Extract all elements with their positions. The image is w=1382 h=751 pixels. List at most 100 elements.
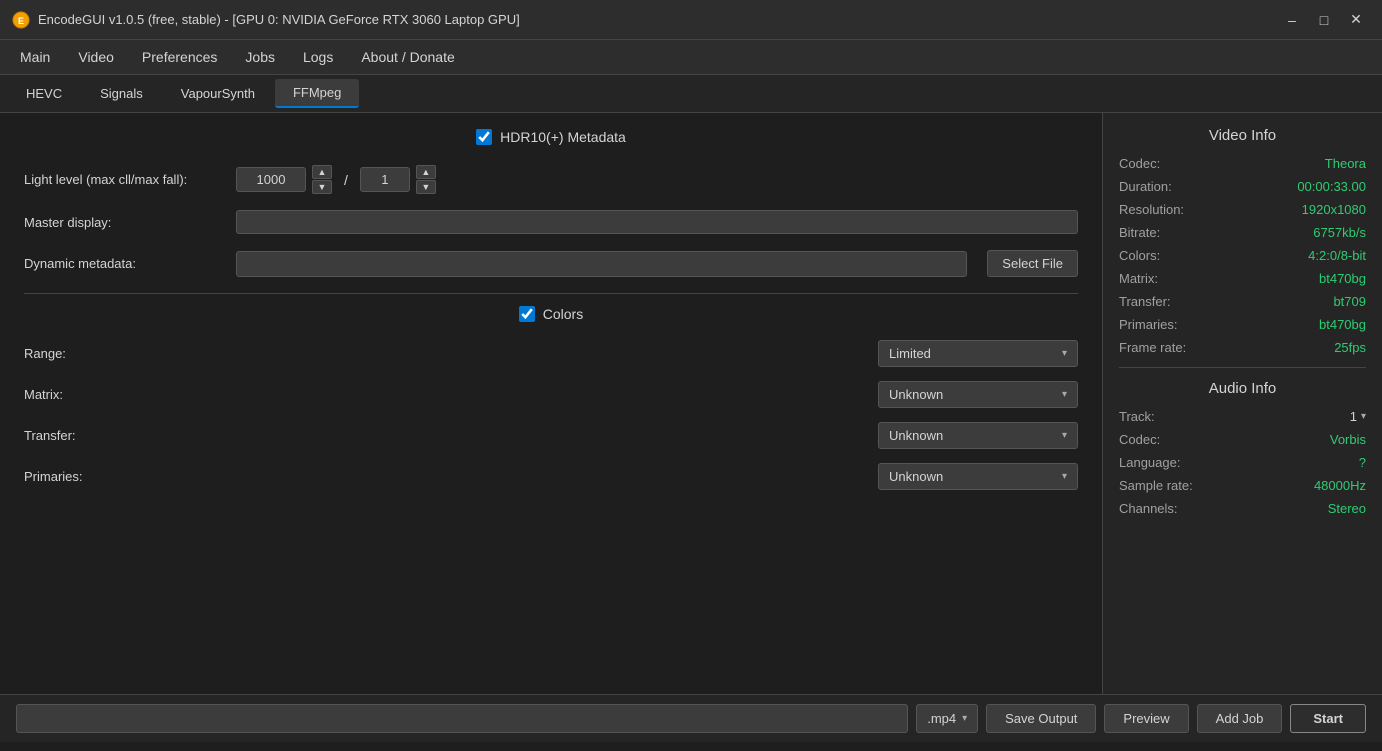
sidebar: Video Info Codec: Theora Duration: 00:00… xyxy=(1102,113,1382,694)
video-primaries-value: bt470bg xyxy=(1319,317,1366,332)
primaries-row: Primaries: Unknown ▾ xyxy=(24,463,1078,490)
title-bar-left: E EncodeGUI v1.0.5 (free, stable) - [GPU… xyxy=(12,11,520,29)
menu-preferences[interactable]: Preferences xyxy=(130,44,229,70)
light-level2-down[interactable]: ▼ xyxy=(416,180,436,194)
video-transfer-label: Transfer: xyxy=(1119,294,1171,309)
transfer-value: Unknown xyxy=(889,428,943,443)
primaries-label: Primaries: xyxy=(24,469,144,484)
menu-video[interactable]: Video xyxy=(66,44,126,70)
primaries-chevron-icon: ▾ xyxy=(1062,471,1067,482)
range-label: Range: xyxy=(24,346,144,361)
primaries-value: Unknown xyxy=(889,469,943,484)
light-level-spinners: ▲ ▼ xyxy=(312,165,332,194)
video-matrix-value: bt470bg xyxy=(1319,271,1366,286)
format-chevron-icon: ▾ xyxy=(962,713,967,724)
menu-about[interactable]: About / Donate xyxy=(349,44,466,70)
audio-language-row: Language: ? xyxy=(1119,455,1366,470)
range-dropdown[interactable]: Limited ▾ xyxy=(878,340,1078,367)
light-level-down[interactable]: ▼ xyxy=(312,180,332,194)
audio-language-value: ? xyxy=(1359,455,1366,470)
video-bitrate-row: Bitrate: 6757kb/s xyxy=(1119,225,1366,240)
audio-track-value: 1 ▾ xyxy=(1350,409,1366,424)
save-output-button[interactable]: Save Output xyxy=(986,704,1096,733)
hdr10-checkbox[interactable] xyxy=(476,129,492,145)
bottom-bar: .mp4 ▾ Save Output Preview Add Job Start xyxy=(0,694,1382,742)
video-framerate-value: 25fps xyxy=(1334,340,1366,355)
video-codec-label: Codec: xyxy=(1119,156,1160,171)
video-duration-label: Duration: xyxy=(1119,179,1172,194)
dynamic-metadata-label: Dynamic metadata: xyxy=(24,256,224,271)
format-dropdown[interactable]: .mp4 ▾ xyxy=(916,704,978,733)
matrix-row: Matrix: Unknown ▾ xyxy=(24,381,1078,408)
preview-button[interactable]: Preview xyxy=(1104,704,1188,733)
audio-language-label: Language: xyxy=(1119,455,1180,470)
maximize-button[interactable]: □ xyxy=(1310,9,1338,31)
master-display-label: Master display: xyxy=(24,215,224,230)
video-transfer-row: Transfer: bt709 xyxy=(1119,294,1366,309)
hdr10-label: HDR10(+) Metadata xyxy=(500,129,626,145)
format-value: .mp4 xyxy=(927,711,956,726)
video-framerate-row: Frame rate: 25fps xyxy=(1119,340,1366,355)
video-matrix-label: Matrix: xyxy=(1119,271,1158,286)
close-button[interactable]: ✕ xyxy=(1342,9,1370,31)
light-level2-up[interactable]: ▲ xyxy=(416,165,436,179)
start-button[interactable]: Start xyxy=(1290,704,1366,733)
video-codec-value: Theora xyxy=(1325,156,1366,171)
video-transfer-value: bt709 xyxy=(1333,294,1366,309)
menu-logs[interactable]: Logs xyxy=(291,44,345,70)
hdr10-row: HDR10(+) Metadata xyxy=(24,129,1078,145)
matrix-value: Unknown xyxy=(889,387,943,402)
audio-separator xyxy=(1119,367,1366,368)
colors-checkbox[interactable] xyxy=(519,306,535,322)
colors-separator xyxy=(24,293,1078,294)
minimize-button[interactable]: – xyxy=(1278,9,1306,31)
transfer-chevron-icon: ▾ xyxy=(1062,430,1067,441)
menu-bar: Main Video Preferences Jobs Logs About /… xyxy=(0,40,1382,75)
light-level-input-group2: ▲ ▼ xyxy=(360,165,436,194)
audio-track-row: Track: 1 ▾ xyxy=(1119,409,1366,424)
video-info-title: Video Info xyxy=(1119,127,1366,144)
dynamic-metadata-input[interactable] xyxy=(236,251,967,277)
main-layout: HDR10(+) Metadata Light level (max cll/m… xyxy=(0,113,1382,694)
matrix-chevron-icon: ▾ xyxy=(1062,389,1067,400)
matrix-dropdown[interactable]: Unknown ▾ xyxy=(878,381,1078,408)
tabs-bar: HEVC Signals VapourSynth FFMpeg xyxy=(0,75,1382,113)
menu-jobs[interactable]: Jobs xyxy=(233,44,287,70)
audio-codec-value: Vorbis xyxy=(1330,432,1366,447)
video-framerate-label: Frame rate: xyxy=(1119,340,1186,355)
audio-channels-label: Channels: xyxy=(1119,501,1178,516)
app-icon: E xyxy=(12,11,30,29)
light-level-label: Light level (max cll/max fall): xyxy=(24,172,224,187)
select-file-button[interactable]: Select File xyxy=(987,250,1078,277)
tab-signals[interactable]: Signals xyxy=(82,80,161,107)
menu-main[interactable]: Main xyxy=(8,44,62,70)
output-path-input[interactable] xyxy=(16,704,908,733)
light-level-input2[interactable] xyxy=(360,167,410,192)
window-controls: – □ ✕ xyxy=(1278,9,1370,31)
range-chevron-icon: ▾ xyxy=(1062,348,1067,359)
primaries-dropdown[interactable]: Unknown ▾ xyxy=(878,463,1078,490)
window-title: EncodeGUI v1.0.5 (free, stable) - [GPU 0… xyxy=(38,12,520,27)
audio-track-label: Track: xyxy=(1119,409,1155,424)
add-job-button[interactable]: Add Job xyxy=(1197,704,1283,733)
video-duration-row: Duration: 00:00:33.00 xyxy=(1119,179,1366,194)
video-bitrate-label: Bitrate: xyxy=(1119,225,1160,240)
tab-vapoursynth[interactable]: VapourSynth xyxy=(163,80,273,107)
light-level-up[interactable]: ▲ xyxy=(312,165,332,179)
audio-samplerate-value: 48000Hz xyxy=(1314,478,1366,493)
colors-label: Colors xyxy=(543,306,583,322)
svg-text:E: E xyxy=(18,16,24,26)
light-level2-spinners: ▲ ▼ xyxy=(416,165,436,194)
audio-samplerate-label: Sample rate: xyxy=(1119,478,1193,493)
tab-hevc[interactable]: HEVC xyxy=(8,80,80,107)
light-level-input[interactable] xyxy=(236,167,306,192)
audio-channels-value: Stereo xyxy=(1328,501,1366,516)
matrix-label: Matrix: xyxy=(24,387,144,402)
video-codec-row: Codec: Theora xyxy=(1119,156,1366,171)
colors-row: Colors xyxy=(24,306,1078,322)
transfer-dropdown[interactable]: Unknown ▾ xyxy=(878,422,1078,449)
transfer-row: Transfer: Unknown ▾ xyxy=(24,422,1078,449)
light-level-input-group: ▲ ▼ xyxy=(236,165,332,194)
tab-ffmpeg[interactable]: FFMpeg xyxy=(275,79,359,108)
master-display-input[interactable]: G(13250,34500)B(7500,3000)R(34000,16000)… xyxy=(236,210,1078,234)
